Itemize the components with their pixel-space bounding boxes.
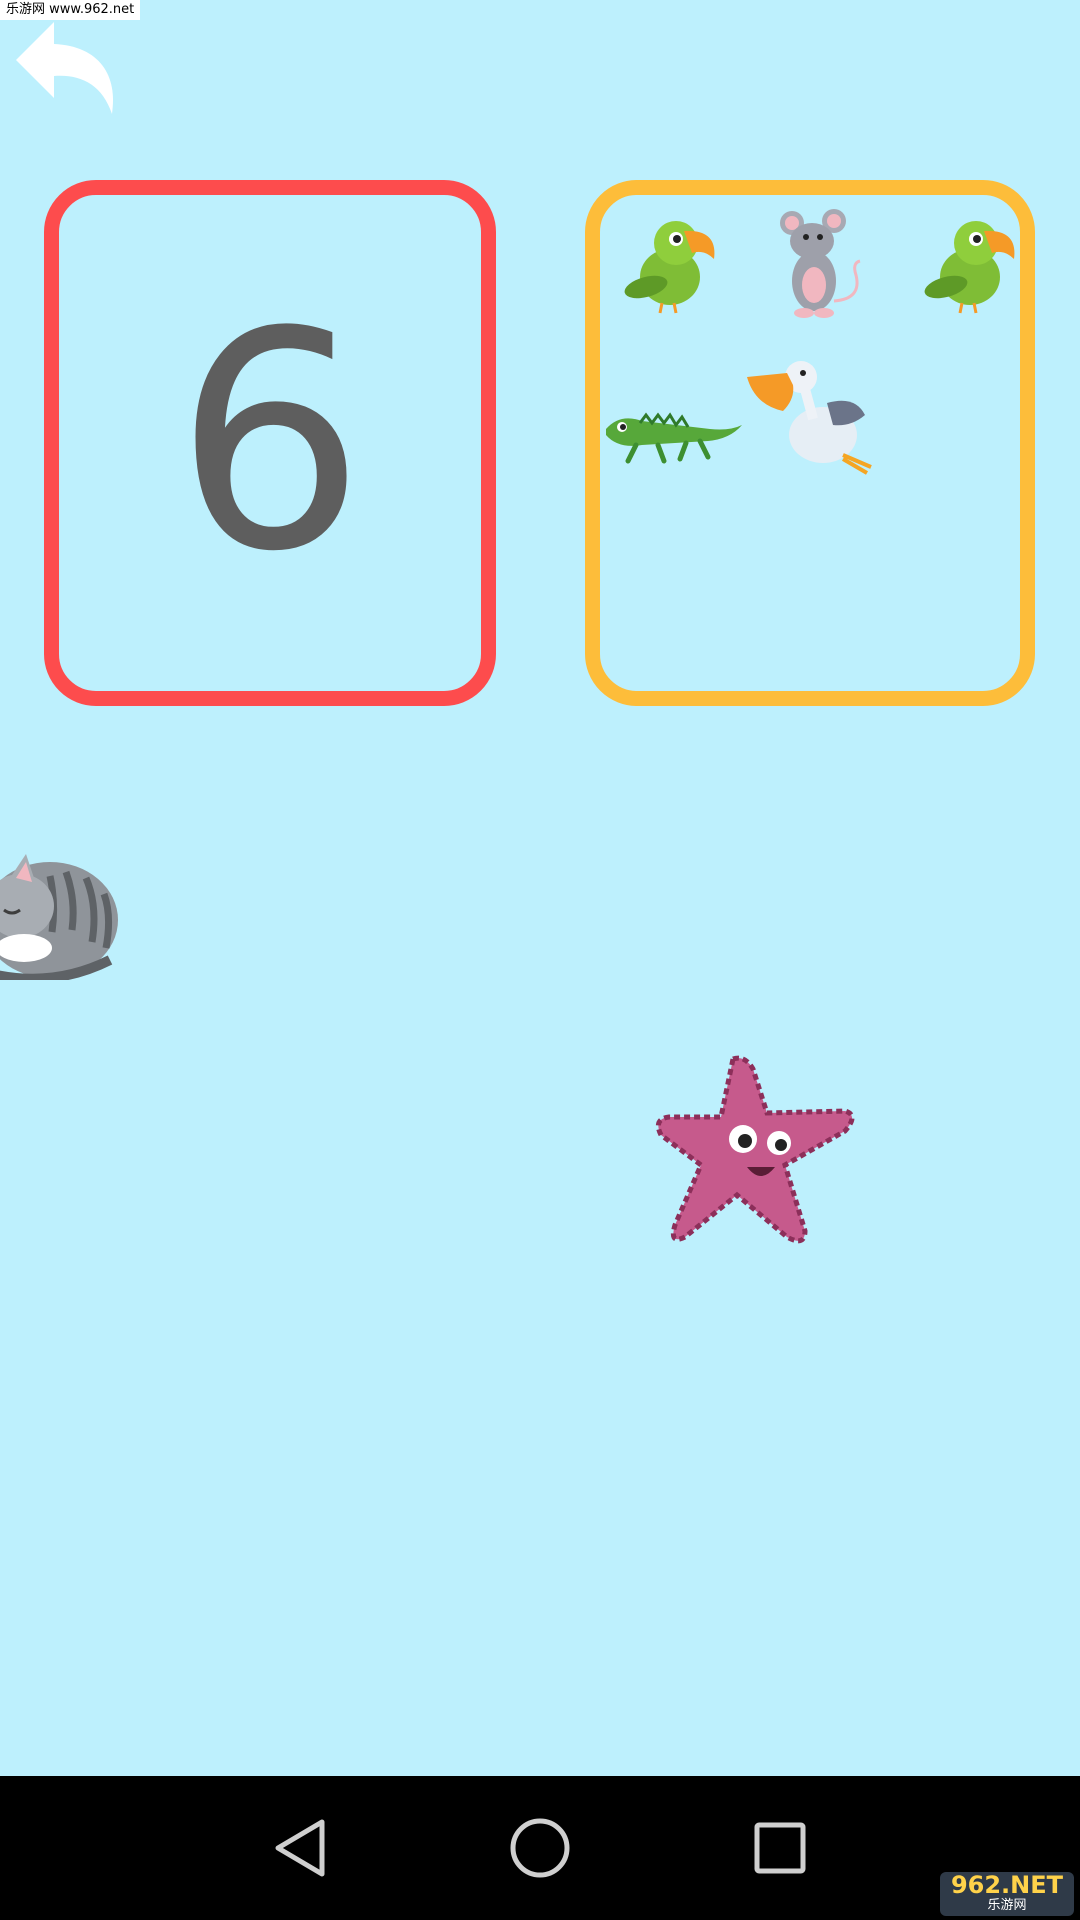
back-arrow-icon <box>16 22 114 114</box>
game-screen: 乐游网 www.962.net 6 962.NET 乐游网 <box>0 0 1080 1920</box>
cat-draggable[interactable] <box>0 820 120 980</box>
watermark-logo-sub: 乐游网 <box>987 1898 1027 1913</box>
animals-card <box>585 180 1035 706</box>
back-button[interactable] <box>14 18 124 118</box>
parrot-image <box>924 221 1015 314</box>
lizard-image <box>606 412 742 464</box>
number-card: 6 <box>44 180 496 706</box>
square-recents-icon <box>754 1822 806 1874</box>
mouse-image <box>780 209 861 318</box>
watermark-top: 乐游网 www.962.net <box>0 0 141 20</box>
watermark-logo: 962.NET 乐游网 <box>940 1872 1074 1916</box>
watermark-logo-main: 962.NET <box>950 1871 1064 1899</box>
circle-home-icon <box>510 1818 570 1878</box>
pelican-image <box>747 361 872 475</box>
nav-back-button[interactable] <box>260 1808 340 1888</box>
nav-home-button[interactable] <box>500 1808 580 1888</box>
navigation-bar: 962.NET 乐游网 <box>0 1776 1080 1920</box>
triangle-back-icon <box>275 1819 325 1877</box>
target-number: 6 <box>174 268 366 617</box>
parrot-image <box>624 221 715 314</box>
nav-recents-button[interactable] <box>740 1808 820 1888</box>
starfish-draggable[interactable] <box>655 1055 855 1250</box>
